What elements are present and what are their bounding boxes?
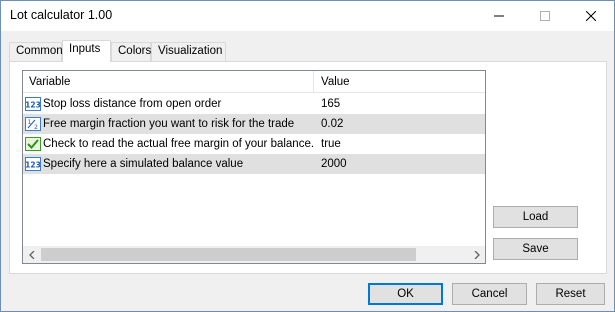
variable-value[interactable]: 165 <box>315 94 485 114</box>
variable-name: Specify here a simulated balance value <box>43 158 244 170</box>
table-row[interactable]: Check to read the actual free margin of … <box>23 134 485 154</box>
reset-button[interactable]: Reset <box>536 283 605 305</box>
table-row[interactable]: 123 Specify here a simulated balance val… <box>23 154 485 174</box>
tab-colors[interactable]: Colors <box>111 42 151 61</box>
column-header-value[interactable]: Value <box>315 71 485 93</box>
scroll-left-button[interactable] <box>23 246 40 263</box>
tab-common[interactable]: Common <box>9 42 63 61</box>
variable-name: Free margin fraction you want to risk fo… <box>43 118 295 130</box>
chevron-left-icon <box>28 250 34 259</box>
inputs-table[interactable]: Variable Value 123 Stop loss distance fr… <box>22 70 486 264</box>
variable-name: Check to read the actual free margin of … <box>43 138 315 150</box>
variable-name: Stop loss distance from open order <box>43 98 222 110</box>
table-row[interactable]: 123 Stop loss distance from open order 1… <box>23 94 485 114</box>
variable-value[interactable]: 2000 <box>315 154 485 174</box>
tab-visualization[interactable]: Visualization <box>151 42 226 61</box>
dialog-window: Lot calculator 1.00 Common Inputs Colors… <box>0 0 615 312</box>
table-row[interactable]: 1 2 Free margin fraction you want to ris… <box>23 114 485 134</box>
chevron-right-icon <box>474 250 480 259</box>
inputs-panel: Variable Value 123 Stop loss distance fr… <box>9 61 607 274</box>
minimize-icon <box>494 15 504 17</box>
tab-inputs[interactable]: Inputs <box>62 40 111 62</box>
save-button[interactable]: Save <box>493 238 578 260</box>
minimize-button[interactable] <box>476 1 522 31</box>
variable-value[interactable]: 0.02 <box>315 114 485 134</box>
table-header: Variable Value <box>23 71 485 93</box>
column-header-variable[interactable]: Variable <box>23 71 314 93</box>
close-icon <box>586 11 596 21</box>
scrollbar-thumb[interactable] <box>41 248 416 261</box>
window-title: Lot calculator 1.00 <box>10 8 113 22</box>
load-button[interactable]: Load <box>493 206 578 228</box>
ok-button[interactable]: OK <box>368 283 443 305</box>
maximize-icon <box>540 11 550 21</box>
close-button[interactable] <box>568 1 614 31</box>
title-bar[interactable]: Lot calculator 1.00 <box>1 1 614 31</box>
scroll-right-button[interactable] <box>468 246 485 263</box>
horizontal-scrollbar[interactable] <box>23 246 485 263</box>
variable-value[interactable]: true <box>315 134 485 154</box>
maximize-button[interactable] <box>522 1 568 31</box>
cancel-button[interactable]: Cancel <box>452 283 527 305</box>
